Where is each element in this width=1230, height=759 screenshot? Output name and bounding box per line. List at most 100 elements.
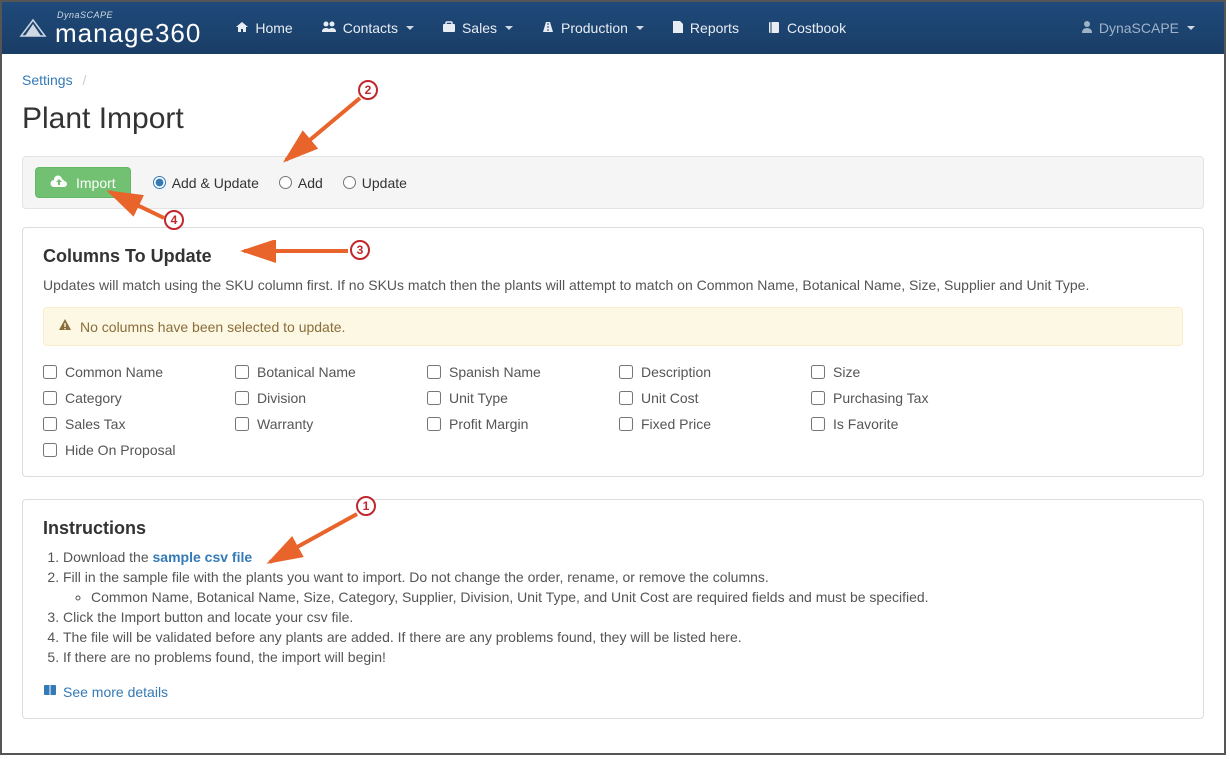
check-label: Botanical Name xyxy=(257,364,356,380)
check-is-favorite-input[interactable] xyxy=(811,417,825,431)
check-size[interactable]: Size xyxy=(811,364,1183,380)
check-label: Spanish Name xyxy=(449,364,541,380)
book-icon xyxy=(767,20,781,37)
radio-add-update[interactable]: Add & Update xyxy=(153,175,259,191)
check-fixed-price[interactable]: Fixed Price xyxy=(619,416,799,432)
check-profit-margin[interactable]: Profit Margin xyxy=(427,416,607,432)
sample-csv-link[interactable]: sample csv file xyxy=(153,549,253,565)
nav-user-menu[interactable]: DynaSCAPE xyxy=(1067,5,1209,52)
check-label: Common Name xyxy=(65,364,163,380)
check-warranty-input[interactable] xyxy=(235,417,249,431)
check-label: Unit Type xyxy=(449,390,508,406)
check-label: Hide On Proposal xyxy=(65,442,176,458)
import-button-label: Import xyxy=(76,175,116,191)
check-hide-on-proposal[interactable]: Hide On Proposal xyxy=(43,442,223,458)
import-button[interactable]: Import xyxy=(35,167,131,198)
brand-triangle-icon xyxy=(17,16,49,40)
top-navbar: DynaSCAPE manage360 Home Contacts Sales xyxy=(2,2,1224,54)
check-category[interactable]: Category xyxy=(43,390,223,406)
instruction-2-sub: Common Name, Botanical Name, Size, Categ… xyxy=(91,589,1183,605)
check-botanical-name[interactable]: Botanical Name xyxy=(235,364,415,380)
columns-warning-alert: No columns have been selected to update. xyxy=(43,307,1183,346)
check-description-input[interactable] xyxy=(619,365,633,379)
check-hide-on-proposal-input[interactable] xyxy=(43,443,57,457)
instruction-2-text: Fill in the sample file with the plants … xyxy=(63,569,769,585)
check-sales-tax-input[interactable] xyxy=(43,417,57,431)
check-spanish-name[interactable]: Spanish Name xyxy=(427,364,607,380)
check-description[interactable]: Description xyxy=(619,364,799,380)
columns-checkbox-grid: Common Name Botanical Name Spanish Name … xyxy=(43,364,1183,458)
chevron-down-icon xyxy=(505,26,513,30)
see-more-details-label: See more details xyxy=(63,684,168,700)
check-unit-cost-input[interactable] xyxy=(619,391,633,405)
check-unit-cost[interactable]: Unit Cost xyxy=(619,390,799,406)
breadcrumb-settings[interactable]: Settings xyxy=(22,72,73,88)
check-purchasing-tax[interactable]: Purchasing Tax xyxy=(811,390,1183,406)
check-common-name-input[interactable] xyxy=(43,365,57,379)
radio-add[interactable]: Add xyxy=(279,175,323,191)
import-toolbar: Import Add & Update Add Update xyxy=(22,156,1204,209)
nav-home-label: Home xyxy=(255,20,292,36)
check-is-favorite[interactable]: Is Favorite xyxy=(811,416,1183,432)
check-purchasing-tax-input[interactable] xyxy=(811,391,825,405)
check-fixed-price-input[interactable] xyxy=(619,417,633,431)
check-profit-margin-input[interactable] xyxy=(427,417,441,431)
columns-subtext: Updates will match using the SKU column … xyxy=(43,277,1183,293)
nav-sales-label: Sales xyxy=(462,20,497,36)
check-unit-type[interactable]: Unit Type xyxy=(427,390,607,406)
instructions-list: Download the sample csv file Fill in the… xyxy=(63,549,1183,665)
radio-update-input[interactable] xyxy=(343,176,356,189)
radio-update-label: Update xyxy=(362,175,407,191)
nav-reports[interactable]: Reports xyxy=(658,5,753,52)
instructions-panel: Instructions Download the sample csv fil… xyxy=(22,499,1204,719)
breadcrumb-separator: / xyxy=(82,72,86,88)
radio-add-update-input[interactable] xyxy=(153,176,166,189)
page-title: Plant Import xyxy=(22,102,1204,136)
check-division[interactable]: Division xyxy=(235,390,415,406)
check-label: Division xyxy=(257,390,306,406)
nav-contacts[interactable]: Contacts xyxy=(307,5,428,52)
columns-panel: Columns To Update Updates will match usi… xyxy=(22,227,1204,477)
radio-add-label: Add xyxy=(298,175,323,191)
nav-costbook[interactable]: Costbook xyxy=(753,5,860,52)
check-category-input[interactable] xyxy=(43,391,57,405)
check-size-input[interactable] xyxy=(811,365,825,379)
check-division-input[interactable] xyxy=(235,391,249,405)
book-icon xyxy=(43,683,57,700)
radio-add-update-label: Add & Update xyxy=(172,175,259,191)
check-sales-tax[interactable]: Sales Tax xyxy=(43,416,223,432)
brand-logo[interactable]: DynaSCAPE manage360 xyxy=(17,11,201,46)
radio-add-input[interactable] xyxy=(279,176,292,189)
check-unit-type-input[interactable] xyxy=(427,391,441,405)
chevron-down-icon xyxy=(636,26,644,30)
nav-sales[interactable]: Sales xyxy=(428,5,527,52)
columns-heading: Columns To Update xyxy=(43,246,1183,267)
nav-contacts-label: Contacts xyxy=(343,20,398,36)
home-icon xyxy=(235,20,249,37)
see-more-details-link[interactable]: See more details xyxy=(43,683,168,700)
check-botanical-name-input[interactable] xyxy=(235,365,249,379)
people-icon xyxy=(321,20,337,37)
brand-main: manage360 xyxy=(55,20,201,46)
nav-user-label: DynaSCAPE xyxy=(1099,20,1179,36)
instruction-1-text: Download the xyxy=(63,549,153,565)
check-common-name[interactable]: Common Name xyxy=(43,364,223,380)
check-label: Is Favorite xyxy=(833,416,898,432)
nav-production[interactable]: Production xyxy=(527,5,658,52)
check-label: Profit Margin xyxy=(449,416,528,432)
check-warranty[interactable]: Warranty xyxy=(235,416,415,432)
import-mode-radio-group: Add & Update Add Update xyxy=(153,175,407,191)
nav-home[interactable]: Home xyxy=(221,5,306,52)
radio-update[interactable]: Update xyxy=(343,175,407,191)
check-spanish-name-input[interactable] xyxy=(427,365,441,379)
instruction-2: Fill in the sample file with the plants … xyxy=(63,569,1183,605)
instruction-5: If there are no problems found, the impo… xyxy=(63,649,1183,665)
chevron-down-icon xyxy=(406,26,414,30)
road-icon xyxy=(541,20,555,37)
instruction-3: Click the Import button and locate your … xyxy=(63,609,1183,625)
nav-production-label: Production xyxy=(561,20,628,36)
check-label: Warranty xyxy=(257,416,313,432)
nav-reports-label: Reports xyxy=(690,20,739,36)
instruction-1: Download the sample csv file xyxy=(63,549,1183,565)
briefcase-icon xyxy=(442,20,456,37)
